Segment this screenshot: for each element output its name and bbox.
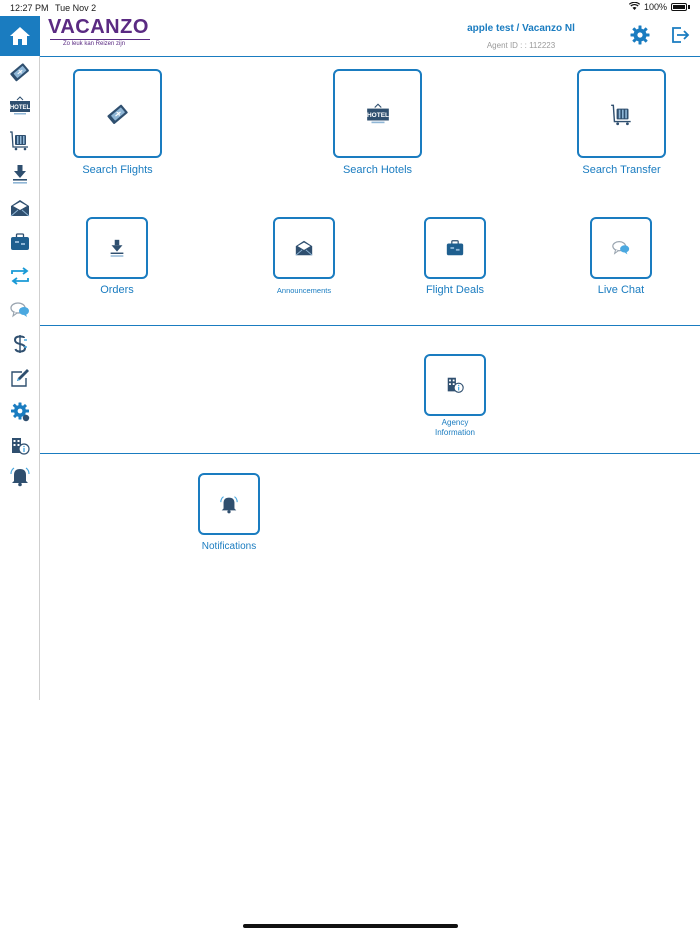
flights-icon — [10, 63, 29, 82]
battery-percent: 100% — [643, 2, 667, 12]
agent-name: apple test / Vacanzo Nl — [467, 23, 575, 34]
notifications-label: Notifications — [201, 541, 257, 552]
agent-id: Agent ID : : 112223 — [486, 41, 556, 50]
sidebar-item-exchange[interactable] — [7, 264, 33, 288]
flight-deals-button[interactable] — [424, 217, 486, 279]
hotel-icon: HOTEL — [10, 96, 31, 115]
header: VACANZO Zo leuk kan Reizen zijn apple te… — [0, 16, 700, 56]
agency-information-label: Agency Information — [434, 418, 476, 437]
settings-gear-icon — [11, 402, 30, 422]
sidebar-item-settings[interactable] — [7, 400, 33, 424]
dollar-icon — [13, 335, 27, 353]
agency-information-button[interactable] — [424, 354, 486, 416]
orders-label: Orders — [100, 284, 134, 296]
announcements-button[interactable] — [273, 217, 335, 279]
logout-icon — [672, 27, 690, 43]
gear-icon — [630, 25, 650, 45]
wifi-icon — [628, 1, 641, 12]
section-divider-1 — [40, 325, 700, 326]
sidebar-item-orders[interactable] — [7, 162, 33, 186]
orders-button[interactable] — [86, 217, 148, 279]
sidebar-item-agency-info[interactable] — [7, 434, 33, 458]
sidebar-item-flight-deals[interactable] — [7, 230, 33, 254]
home-indicator[interactable] — [243, 924, 458, 928]
transfer-luggage-icon — [10, 131, 28, 151]
sidebar: HOTEL — [0, 56, 40, 700]
search-transfer-label: Search Transfer — [582, 164, 661, 176]
flights-icon — [106, 104, 128, 124]
envelope-icon — [295, 240, 313, 256]
status-indicators: 100% — [628, 1, 690, 12]
sidebar-item-edit[interactable] — [7, 366, 33, 390]
agency-info-icon — [12, 438, 30, 455]
home-icon — [10, 27, 30, 45]
flight-deals-label: Flight Deals — [425, 284, 485, 296]
chat-bubbles-icon — [10, 302, 29, 318]
logo-tagline: Zo leuk kan Reizen zijn — [63, 41, 126, 47]
edit-icon — [11, 369, 29, 387]
briefcase-icon — [11, 233, 29, 250]
status-date: Tue Nov 2 — [55, 3, 97, 13]
search-hotels-button[interactable]: HOTEL — [333, 69, 422, 158]
live-chat-button[interactable] — [590, 217, 652, 279]
logo-text: VACANZO — [48, 16, 149, 38]
briefcase-icon — [446, 240, 464, 256]
vacanzo-logo: VACANZO Zo leuk kan Reizen zijn — [47, 16, 157, 56]
header-divider — [40, 56, 700, 57]
transfer-luggage-icon — [610, 104, 631, 125]
status-time: 12:27 PM — [10, 3, 49, 13]
sidebar-item-transfer[interactable] — [7, 128, 33, 152]
battery-icon — [671, 3, 687, 11]
search-flights-label: Search Flights — [82, 164, 153, 176]
sidebar-item-flights[interactable] — [7, 60, 33, 84]
search-flights-button[interactable] — [73, 69, 162, 158]
sidebar-item-notifications[interactable] — [7, 464, 33, 488]
hotel-icon: HOTEL — [366, 102, 389, 123]
agency-info-icon — [447, 377, 464, 393]
download-icon — [110, 239, 124, 257]
home-button[interactable] — [0, 16, 40, 56]
envelope-icon — [10, 200, 30, 217]
chat-bubbles-icon — [612, 241, 630, 255]
settings-button[interactable] — [629, 24, 651, 46]
announcements-label: Announcements — [276, 286, 332, 295]
live-chat-label: Live Chat — [597, 284, 645, 296]
svg-text:HOTEL: HOTEL — [366, 112, 388, 119]
download-icon — [13, 165, 27, 184]
sidebar-item-live-chat[interactable] — [7, 298, 33, 322]
search-transfer-button[interactable] — [577, 69, 666, 158]
sidebar-item-currency[interactable] — [7, 332, 33, 356]
search-hotels-label: Search Hotels — [342, 164, 413, 176]
sidebar-item-hotels[interactable]: HOTEL — [7, 94, 33, 118]
svg-text:HOTEL: HOTEL — [10, 105, 31, 111]
bell-icon — [10, 467, 30, 487]
bell-icon — [220, 496, 238, 514]
logout-button[interactable] — [669, 24, 691, 46]
notifications-button[interactable] — [198, 473, 260, 535]
status-bar: 12:27 PM Tue Nov 2 100% — [0, 0, 700, 16]
section-divider-2 — [40, 453, 700, 454]
exchange-arrows-icon — [11, 267, 29, 285]
sidebar-item-announcements[interactable] — [7, 196, 33, 220]
